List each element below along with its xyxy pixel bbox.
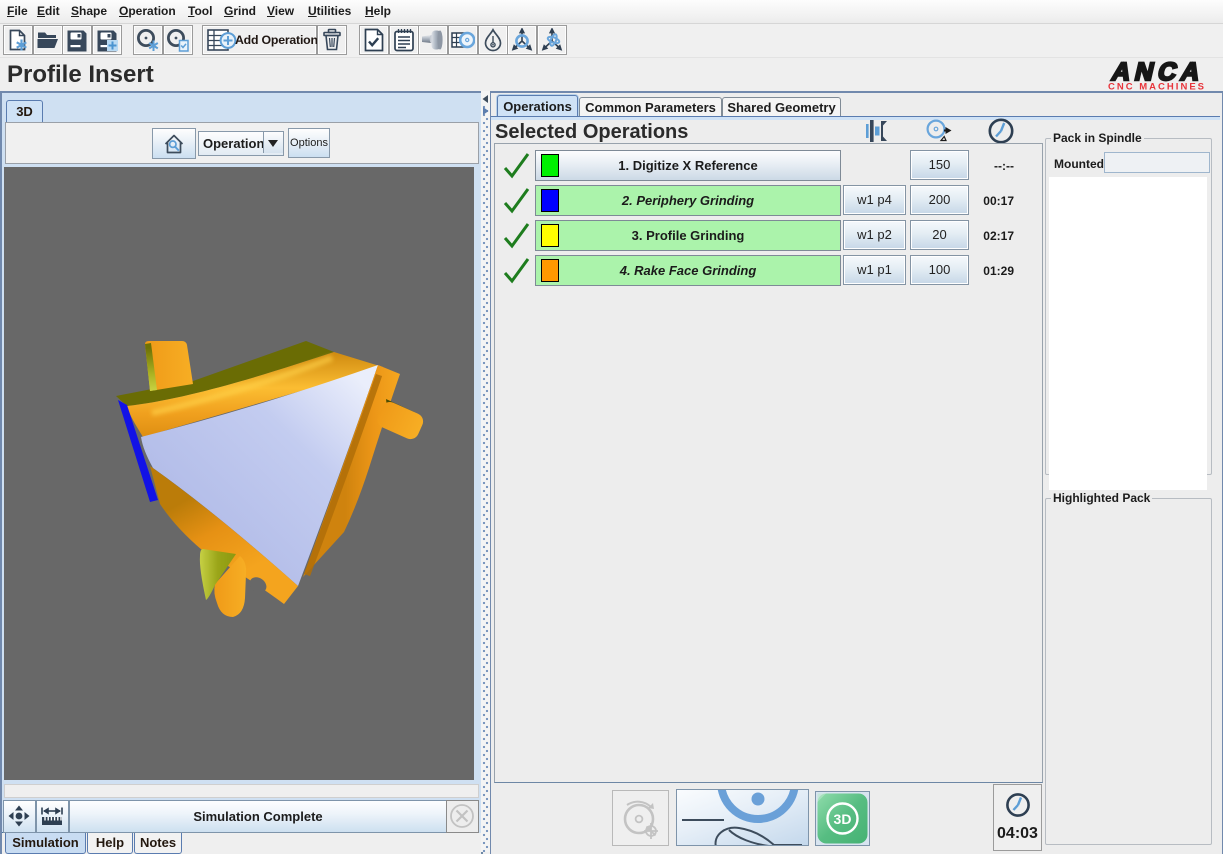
- svg-text:3D: 3D: [834, 811, 852, 827]
- svg-text:CNC MACHINES: CNC MACHINES: [1108, 82, 1204, 92]
